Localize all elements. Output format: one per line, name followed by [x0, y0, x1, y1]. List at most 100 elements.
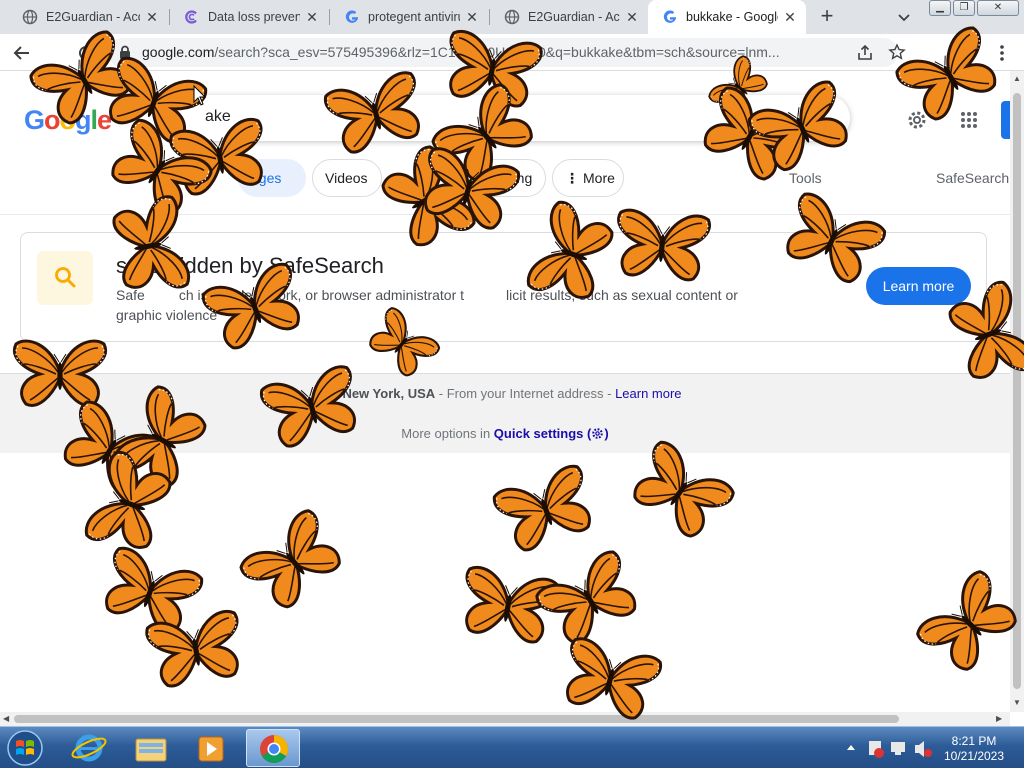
- tab-title: protegent antiviru: [368, 10, 460, 24]
- google-g-icon: [345, 10, 359, 23]
- address-bar[interactable]: google.com/search?sca_esv=575495396&rlz=…: [108, 38, 906, 67]
- location-line: New York, USA - From your Internet addre…: [0, 386, 1010, 401]
- chrome-icon: [260, 735, 288, 763]
- quick-settings-gear-icon[interactable]: [591, 427, 604, 440]
- system-tray: [847, 741, 932, 758]
- taskbar-chrome[interactable]: [246, 729, 300, 767]
- scroll-left-arrow-icon[interactable]: ◀: [3, 714, 9, 723]
- safesearch-icon-box: [37, 251, 93, 305]
- google-apps-grid-icon[interactable]: [960, 111, 978, 129]
- browser-menu-icon[interactable]: [994, 43, 1010, 63]
- reload-icon[interactable]: [75, 42, 97, 64]
- tab-search-chevron-icon[interactable]: [893, 7, 915, 27]
- paren: ): [604, 426, 609, 441]
- vertical-scroll-thumb[interactable]: [1013, 93, 1021, 689]
- close-tab-icon[interactable]: ✕: [144, 9, 160, 25]
- scroll-down-arrow-icon[interactable]: ▼: [1013, 698, 1021, 707]
- url-path: /search?sca_esv=575495396&rlz=1C1C: [214, 44, 466, 60]
- horizontal-scroll-thumb[interactable]: [14, 715, 899, 723]
- scroll-up-arrow-icon[interactable]: ▲: [1013, 74, 1021, 83]
- chip-videos[interactable]: Videos: [312, 159, 382, 197]
- close-tab-icon[interactable]: ✕: [782, 9, 798, 25]
- tab-title: E2Guardian - Acce: [528, 10, 620, 24]
- location-suffix: - From your Internet address -: [435, 386, 616, 401]
- learn-more-button[interactable]: Learn more: [866, 267, 971, 305]
- location-name: New York, USA: [342, 386, 436, 401]
- close-tab-icon[interactable]: ✕: [304, 9, 320, 25]
- url-host: google.com: [142, 44, 215, 60]
- page-footer: New York, USA - From your Internet addre…: [0, 373, 1010, 453]
- clock-date: 10/21/2023: [943, 749, 1005, 763]
- quick-settings-link[interactable]: Quick settings: [494, 426, 584, 441]
- settings-gear-icon[interactable]: [906, 109, 928, 131]
- back-arrow-icon[interactable]: [11, 42, 33, 64]
- tab-data-loss-prevention[interactable]: Data loss prevent ✕: [170, 0, 328, 34]
- taskbar-clock[interactable]: 8:21 PM 10/21/2023: [930, 734, 1018, 764]
- desc-fragment: twork, or browser administrator t: [264, 287, 465, 303]
- vertical-scrollbar[interactable]: ▲ ▼: [1010, 71, 1024, 712]
- search-filter-chips: ages Videos pping ⋮ More Tools SafeSearch: [0, 159, 1010, 199]
- close-window-button[interactable]: ✕: [977, 0, 1019, 16]
- tab-e2guardian-1[interactable]: E2Guardian - Acce ✕: [8, 0, 168, 34]
- file-explorer-icon: [135, 738, 167, 762]
- desc-fragment: ch is s: [178, 287, 219, 303]
- chip-label: ages: [251, 170, 282, 186]
- scroll-right-arrow-icon[interactable]: ▶: [996, 714, 1002, 723]
- show-hidden-icons-arrow[interactable]: [847, 745, 855, 750]
- browser-toolbar: google.com/search?sca_esv=575495396&rlz=…: [0, 34, 1024, 71]
- google-g-icon: [663, 10, 677, 23]
- url-path-tail: 080US1080&q=bukkake&tbm=: [471, 44, 665, 60]
- taskbar-internet-explorer[interactable]: [62, 729, 116, 767]
- new-tab-button[interactable]: +: [815, 5, 839, 29]
- tools-button[interactable]: Tools: [789, 170, 822, 186]
- desc-fragment: licit results, such as sexual content or: [506, 287, 738, 303]
- chip-more[interactable]: ⋮ More: [552, 159, 624, 197]
- c-logo-icon: [185, 10, 197, 24]
- chip-label: More: [583, 170, 615, 186]
- close-tab-icon[interactable]: ✕: [464, 9, 480, 25]
- taskbar-file-explorer[interactable]: [124, 729, 178, 767]
- desc-fragment: graphic violence: [116, 307, 218, 323]
- globe-icon: [22, 9, 38, 25]
- tab-e2guardian-2[interactable]: E2Guardian - Acce ✕: [490, 0, 648, 34]
- desktop-screen: E2Guardian - Acce ✕ Data loss prevent ✕ …: [0, 0, 1024, 768]
- windows-start-button[interactable]: [4, 728, 46, 768]
- safesearch-heading: sults hidden by SafeSearch: [116, 253, 384, 278]
- horizontal-scrollbar[interactable]: ◀ ▶: [0, 712, 1010, 726]
- lock-icon[interactable]: [118, 45, 132, 60]
- search-query-text: ake: [205, 108, 231, 125]
- chip-images[interactable]: ages: [238, 159, 306, 197]
- sign-in-button[interactable]: [1001, 101, 1010, 139]
- internet-explorer-icon: [71, 734, 107, 762]
- network-icon[interactable]: [891, 742, 905, 755]
- location-dot-icon: [328, 389, 339, 399]
- tab-title: Data loss prevent: [208, 10, 300, 24]
- clock-time: 8:21 PM: [951, 734, 997, 748]
- tab-google-search-active[interactable]: bukkake - Google ✕: [648, 0, 806, 34]
- taskbar-media-player[interactable]: [184, 729, 238, 767]
- google-logo[interactable]: Google: [24, 105, 112, 136]
- chip-label: pping: [498, 170, 533, 186]
- more-options-line: More options in Quick settings (): [0, 426, 1010, 441]
- magnifier-icon: [55, 267, 76, 288]
- tab-protegent-antivirus[interactable]: protegent antiviru ✕: [330, 0, 488, 34]
- media-player-icon: [198, 736, 224, 762]
- safesearch-notice-card: sults hidden by SafeSearch Safe ch is s de…: [20, 232, 987, 342]
- close-tab-icon[interactable]: ✕: [624, 9, 640, 25]
- search-input[interactable]: ake: [165, 95, 850, 141]
- browser-tab-strip: E2Guardian - Acce ✕ Data loss prevent ✕ …: [0, 0, 1024, 34]
- restore-window-button[interactable]: ❐: [953, 0, 975, 16]
- desc-fragment: Safe: [116, 287, 145, 303]
- tab-title: E2Guardian - Acce: [46, 10, 140, 24]
- location-learn-more-link[interactable]: Learn more: [615, 386, 681, 401]
- action-center-flag-icon[interactable]: [869, 741, 884, 758]
- more-vert-icon: ⋮: [565, 170, 579, 186]
- url-text: google.com/search?sca_esv=575495396&rlz=…: [142, 44, 842, 60]
- google-search-page: Google ake ages Videos pping ⋮ More Tools…: [0, 71, 1010, 712]
- share-icon[interactable]: [856, 44, 874, 62]
- bookmark-star-icon[interactable]: [888, 43, 906, 61]
- safesearch-button[interactable]: SafeSearch: [936, 170, 1009, 186]
- chip-shopping[interactable]: pping: [470, 159, 546, 197]
- minimize-window-button[interactable]: ▁: [929, 0, 951, 16]
- safesearch-description: Safe ch is s de twork, or browser administr…: [116, 285, 836, 325]
